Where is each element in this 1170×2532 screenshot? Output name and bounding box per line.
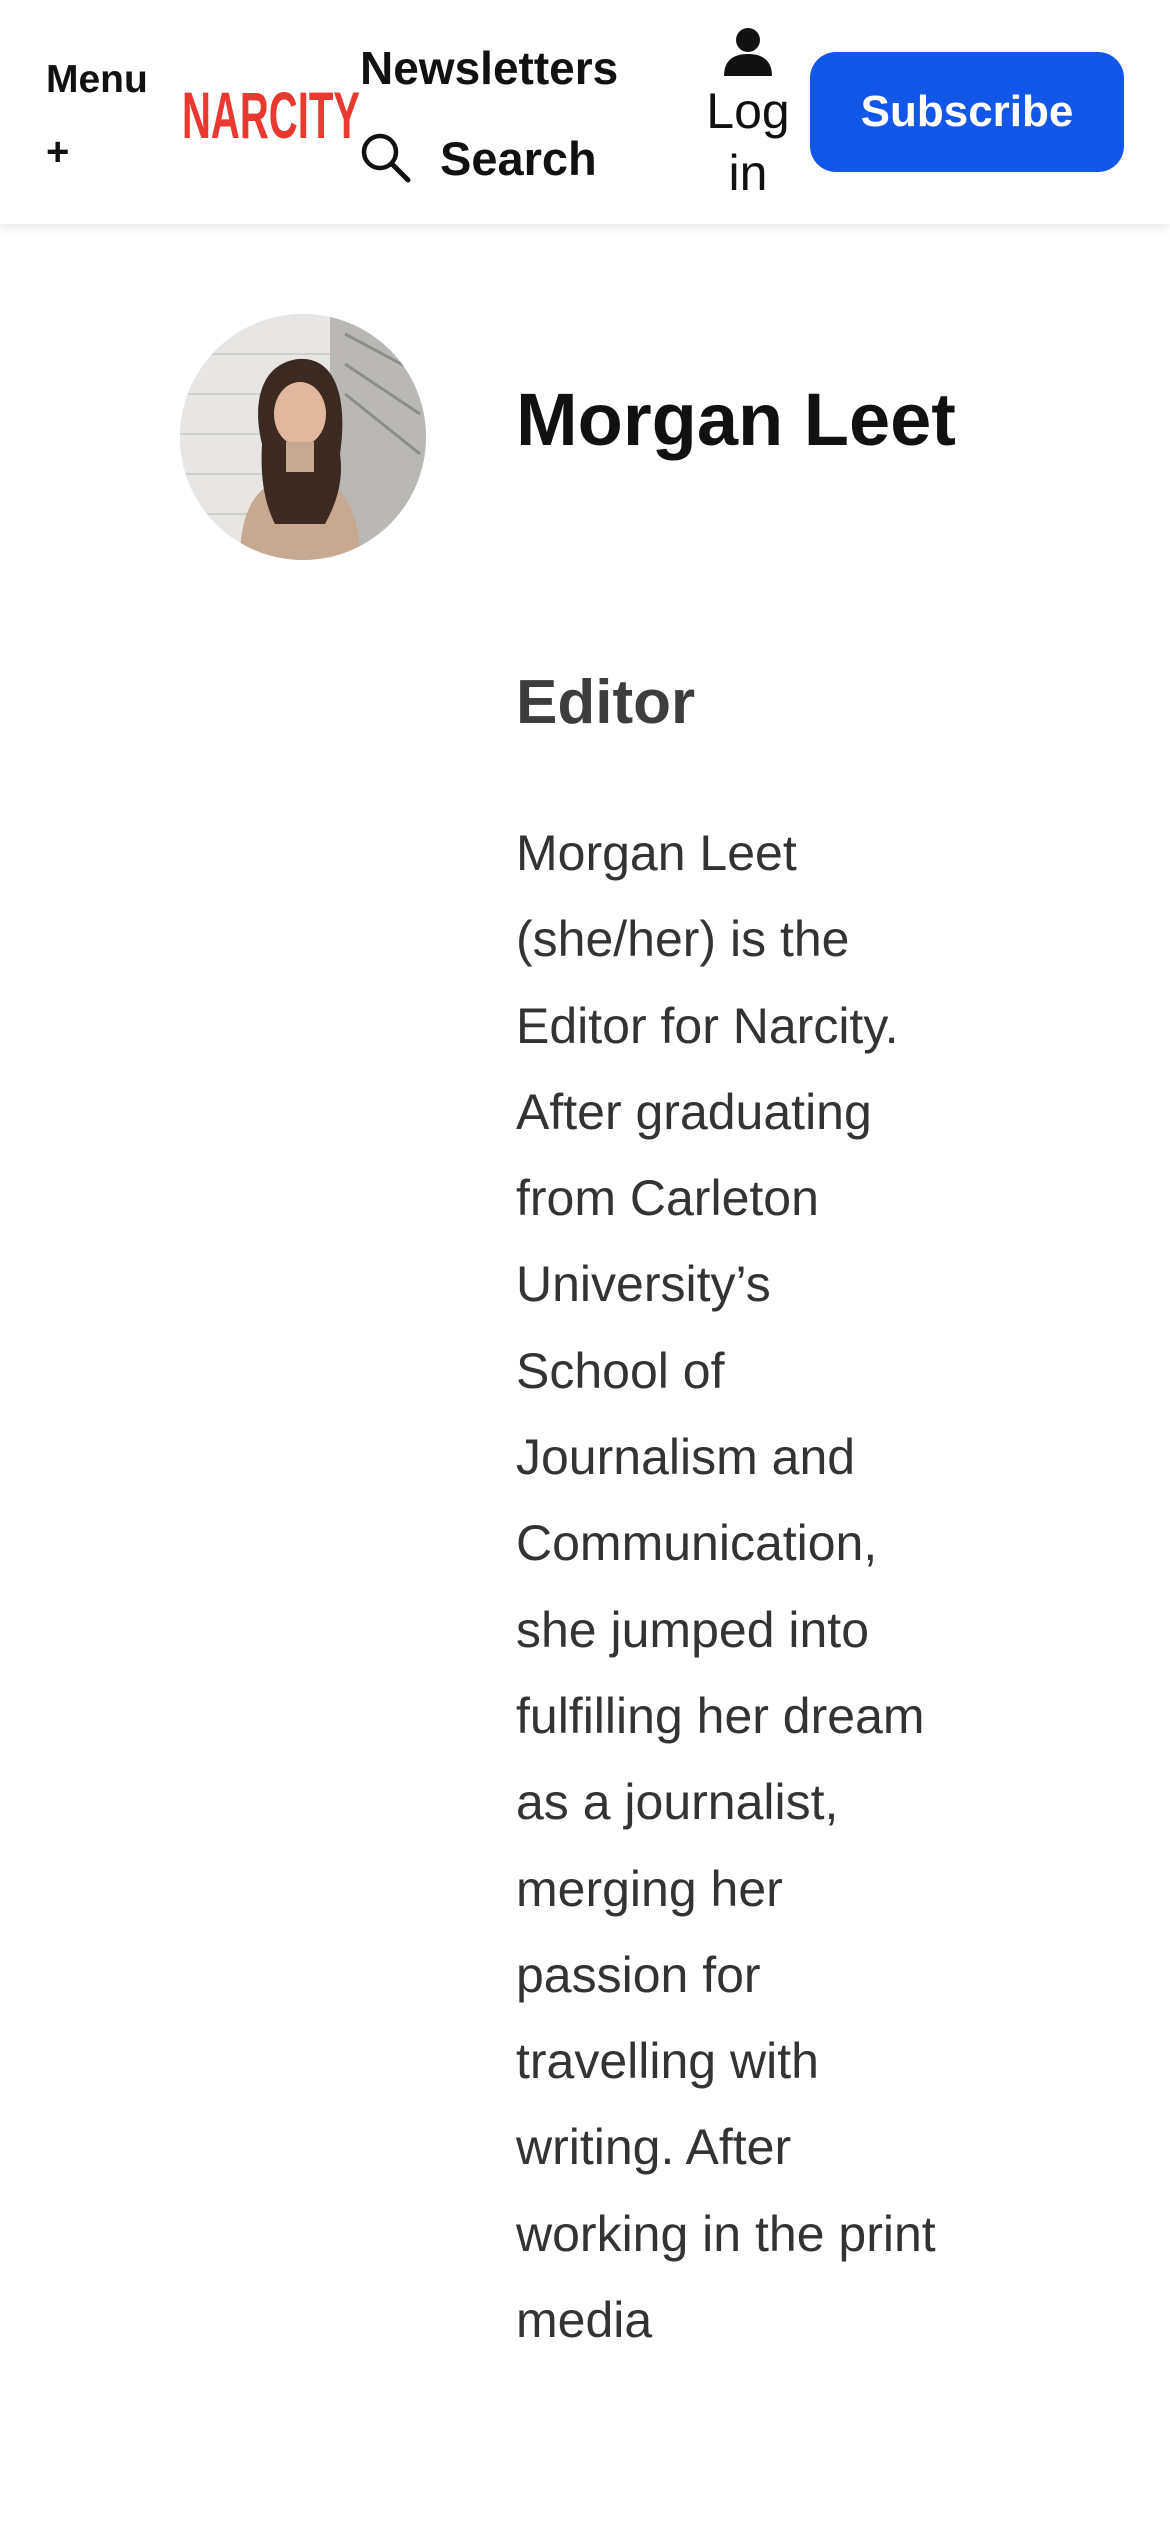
menu-button[interactable]: Menu + bbox=[46, 44, 166, 188]
author-role: Editor bbox=[516, 668, 696, 737]
login-button[interactable]: Log in bbox=[696, 26, 800, 204]
search-label: Search bbox=[440, 131, 597, 185]
search-button[interactable]: Search bbox=[358, 128, 597, 188]
author-bio: Morgan Leet (she/her) is the Editor for … bbox=[516, 825, 936, 2349]
author-avatar bbox=[180, 314, 426, 560]
newsletters-link[interactable]: Newsletters bbox=[360, 38, 618, 98]
user-icon bbox=[724, 28, 772, 76]
author-name: Morgan Leet bbox=[516, 378, 956, 461]
search-icon bbox=[361, 133, 411, 183]
narcity-logo[interactable]: NARCITY bbox=[182, 78, 362, 148]
logo-text: NARCITY bbox=[182, 78, 360, 148]
site-header: Menu + NARCITY Newsletters Search Log in… bbox=[0, 0, 1170, 224]
login-label: Log in bbox=[706, 83, 790, 201]
menu-label: Menu bbox=[46, 58, 148, 101]
subscribe-button[interactable]: Subscribe bbox=[810, 52, 1124, 172]
menu-plus-icon: + bbox=[46, 130, 70, 174]
